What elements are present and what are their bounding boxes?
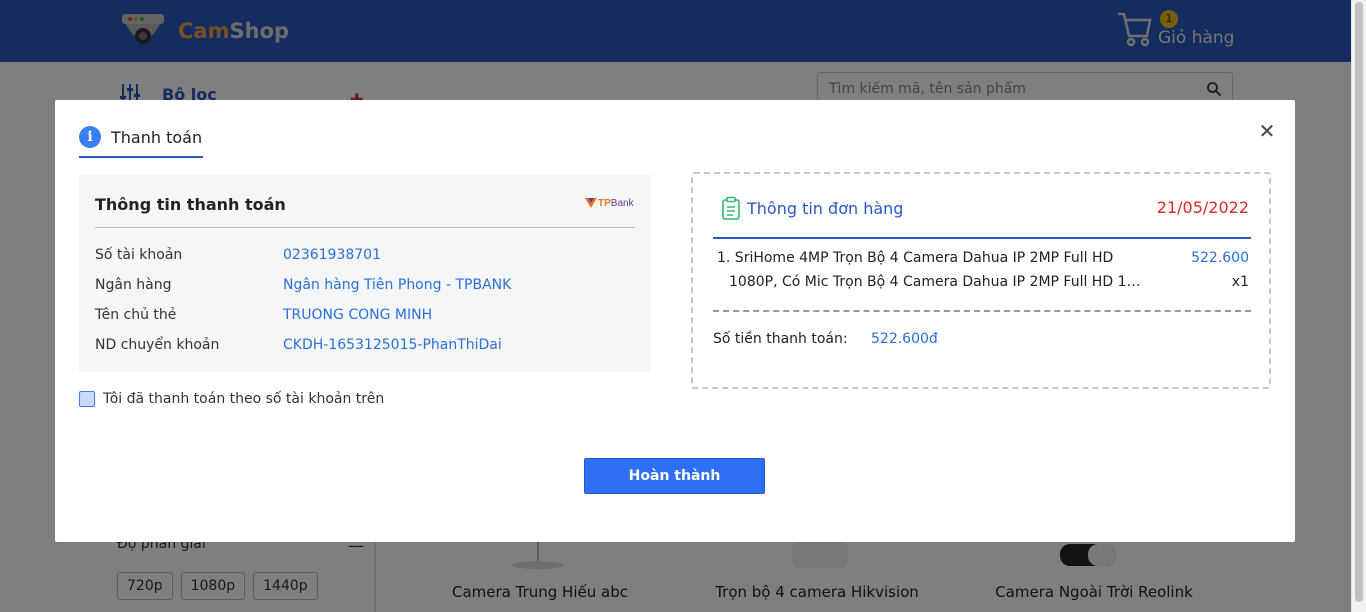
account-number-value: 02361938701 <box>283 247 381 263</box>
order-info-title: Thông tin đơn hàng <box>747 198 904 218</box>
divider <box>713 237 1251 239</box>
tpbank-logo-text: TPBank <box>598 197 634 209</box>
account-number-row: Số tài khoản 02361938701 <box>95 247 381 263</box>
bank-name-label: Ngân hàng <box>95 277 172 293</box>
payment-confirm-label[interactable]: Tôi đã thanh toán theo số tài khoản trên <box>103 391 384 407</box>
payment-info-title: Thông tin thanh toán <box>95 195 286 214</box>
bank-name-row: Ngân hàng Ngân hàng Tiên Phong - TPBANK <box>95 277 511 293</box>
checkbox[interactable] <box>79 391 95 407</box>
order-item-name: 1. SriHome 4MP Trọn Bộ 4 Camera Dahua IP… <box>717 250 1114 266</box>
divider <box>95 227 635 228</box>
finish-button[interactable]: Hoàn thành <box>584 458 765 494</box>
tab-active-indicator <box>79 156 203 158</box>
card-holder-value: TRUONG CONG MINH <box>283 307 433 323</box>
order-info-header: Thông tin đơn hàng <box>721 196 903 220</box>
tab-payment[interactable]: i Thanh toán <box>79 124 202 150</box>
order-total-row: Số tiền thanh toán: 522.600đ <box>713 331 938 347</box>
scrollbar-thumb[interactable] <box>1355 2 1363 602</box>
card-holder-label: Tên chủ thẻ <box>95 307 177 323</box>
order-item-name-continued: 1080P, Có Mic Trọn Bộ 4 Camera Dahua IP … <box>729 274 1149 290</box>
order-item-price: 522.600 <box>1191 250 1249 266</box>
order-total-value: 522.600đ <box>871 331 938 347</box>
order-total-label: Số tiền thanh toán: <box>713 331 848 347</box>
card-holder-row: Tên chủ thẻ TRUONG CONG MINH <box>95 307 432 323</box>
order-date: 21/05/2022 <box>1156 198 1249 217</box>
payment-confirm-checkbox[interactable]: Tôi đã thanh toán theo số tài khoản trên <box>79 391 384 407</box>
info-icon: i <box>79 126 101 148</box>
transfer-note-label: ND chuyển khoản <box>95 337 220 353</box>
tab-payment-label: Thanh toán <box>111 127 203 147</box>
tpbank-logo: TPBank <box>585 197 634 209</box>
dashed-divider <box>713 310 1251 312</box>
order-info-panel: Thông tin đơn hàng 21/05/2022 1. SriHome… <box>691 172 1271 389</box>
page-scrollbar[interactable] <box>1351 0 1366 612</box>
clipboard-list-icon <box>722 196 740 220</box>
bank-name-value: Ngân hàng Tiên Phong - TPBANK <box>283 277 512 293</box>
payment-info-panel: Thông tin thanh toán TPBank Số tài khoản… <box>79 175 651 372</box>
account-number-label: Số tài khoản <box>95 247 183 263</box>
close-icon[interactable]: ✕ <box>1257 120 1277 142</box>
transfer-note-row: ND chuyển khoản CKDH-1653125015-PhanThiD… <box>95 337 502 353</box>
order-item-quantity: x1 <box>1231 274 1249 290</box>
transfer-note-value: CKDH-1653125015-PhanThiDai <box>283 337 502 353</box>
payment-modal: ✕ i Thanh toán Thông tin thanh toán TPBa… <box>55 100 1295 542</box>
tpbank-logo-mark-icon <box>585 198 597 208</box>
